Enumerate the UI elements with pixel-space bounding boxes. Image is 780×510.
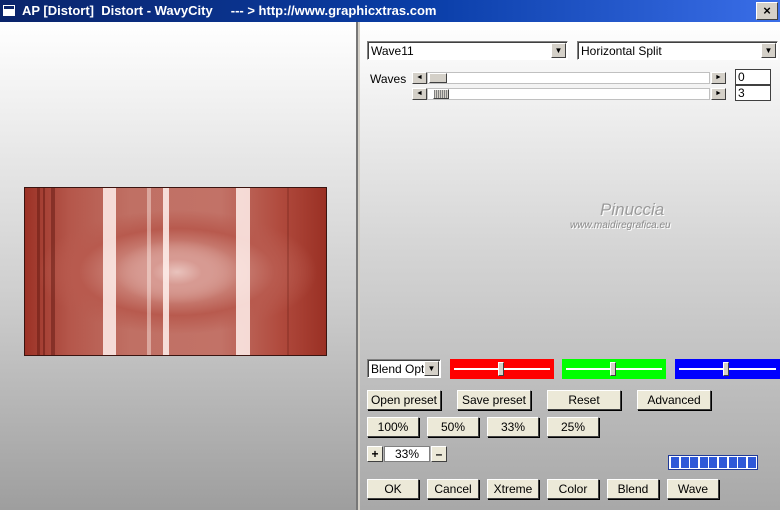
watermark-name: Pinuccia [600,200,665,219]
blue-slider-thumb[interactable] [723,362,729,376]
progress-segment [690,457,699,468]
slider2-thumb[interactable] [433,89,449,99]
chevron-down-icon[interactable]: ▼ [761,43,776,58]
progress-segment [747,457,756,468]
save-preset-button[interactable]: Save preset [457,390,531,410]
preview-pane [0,22,358,510]
cancel-button[interactable]: Cancel [427,479,479,499]
advanced-button[interactable]: Advanced [637,390,711,410]
waves-label: Waves [370,72,407,86]
blend-select-value: Blend Optio [371,362,425,376]
zoom-50-button[interactable]: 50% [427,417,479,437]
blue-channel-slider[interactable] [675,359,780,379]
zoom-33-button[interactable]: 33% [487,417,539,437]
red-channel-slider[interactable] [450,359,554,379]
progress-segment [738,457,747,468]
progress-segment [699,457,708,468]
zoom-plus-button[interactable]: + [367,446,383,462]
slider1-thumb[interactable] [429,73,447,83]
blend-select[interactable]: Blend Optio ▼ [367,359,441,378]
slider1-value-input[interactable]: 0 [735,69,771,85]
slider2-track[interactable] [427,88,710,100]
blend-button[interactable]: Blend [607,479,659,499]
mode-select[interactable]: Horizontal Split ▼ [577,41,778,60]
progress-segment [671,457,679,468]
progress-bar [668,455,758,470]
color-button[interactable]: Color [547,479,599,499]
slider2-value-input[interactable]: 3 [735,85,771,101]
slider2-right-arrow-icon[interactable]: ► [711,88,726,100]
preset-select-value: Wave11 [371,44,414,58]
zoom-100-button[interactable]: 100% [367,417,419,437]
preview-image[interactable] [24,187,327,356]
slider1-track[interactable] [427,72,710,84]
watermark-site: www.maidiregrafica.eu [570,220,671,231]
progress-segment [719,457,727,468]
xtreme-button[interactable]: Xtreme [487,479,539,499]
slider2-left-arrow-icon[interactable]: ◄ [412,88,427,100]
progress-segment [728,457,737,468]
progress-segment [680,457,689,468]
green-slider-thumb[interactable] [610,362,616,376]
window-title: AP [Distort] Distort - WavyCity --- > ht… [22,3,437,18]
open-preset-button[interactable]: Open preset [367,390,441,410]
progress-segment [709,457,718,468]
app-icon [2,4,16,17]
mode-select-value: Horizontal Split [581,44,662,58]
chevron-down-icon[interactable]: ▼ [424,361,439,376]
chevron-down-icon[interactable]: ▼ [551,43,566,58]
slider1-left-arrow-icon[interactable]: ◄ [412,72,427,84]
zoom-25-button[interactable]: 25% [547,417,599,437]
zoom-value[interactable]: 33% [384,446,430,462]
title-bar: AP [Distort] Distort - WavyCity --- > ht… [0,0,780,22]
wave-button[interactable]: Wave [667,479,719,499]
green-channel-slider[interactable] [562,359,666,379]
zoom-minus-button[interactable]: – [431,446,447,462]
ok-button[interactable]: OK [367,479,419,499]
close-button[interactable]: × [756,2,778,20]
preset-select[interactable]: Wave11 ▼ [367,41,568,60]
slider1-right-arrow-icon[interactable]: ► [711,72,726,84]
red-slider-thumb[interactable] [498,362,504,376]
reset-button[interactable]: Reset [547,390,621,410]
